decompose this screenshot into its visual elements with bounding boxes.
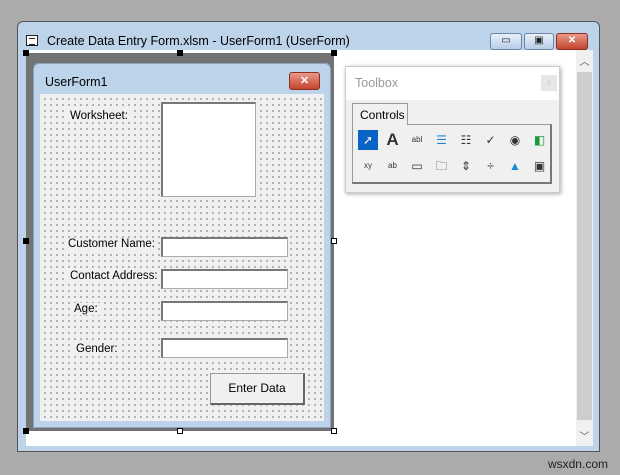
minimize-button[interactable]: ▭	[490, 33, 522, 50]
refedit-icon[interactable]: ▣	[530, 156, 550, 176]
userform-title: UserForm1	[45, 75, 108, 89]
resize-handle	[23, 238, 29, 244]
gender-textbox[interactable]	[161, 338, 288, 358]
userform-close-button[interactable]: ✕	[289, 72, 320, 90]
frame-icon[interactable]: xy	[358, 156, 378, 176]
enter-data-button[interactable]: Enter Data	[210, 373, 305, 405]
resize-handle[interactable]	[177, 428, 183, 434]
userform-body[interactable]: Worksheet: Customer Name: Contact Addres…	[40, 94, 324, 421]
multipage-icon[interactable]: 🗀	[432, 156, 452, 176]
age-label[interactable]: Age:	[72, 303, 100, 315]
listbox-icon[interactable]: ☷	[456, 130, 476, 150]
select-objects-icon[interactable]: ➚	[358, 130, 378, 150]
command-button-icon[interactable]: ab	[383, 156, 403, 176]
form-selection-frame[interactable]: UserForm1 ✕ Worksheet: Customer Name: Co…	[23, 50, 337, 434]
resize-handle[interactable]	[331, 428, 337, 434]
userform-window-icon	[26, 35, 38, 46]
checkbox-icon[interactable]: ✓	[481, 130, 501, 150]
scroll-down-icon[interactable]: ﹀	[576, 428, 593, 443]
customer-name-textbox[interactable]	[161, 237, 288, 257]
restore-button[interactable]: ▣	[524, 33, 554, 50]
vertical-scrollbar[interactable]: ︿ ﹀	[576, 50, 593, 446]
resize-handle	[23, 50, 29, 56]
worksheet-label[interactable]: Worksheet:	[68, 110, 130, 122]
age-textbox[interactable]	[161, 301, 288, 321]
toolbox-title: Toolbox	[355, 76, 399, 90]
toolbox-window: Toolbox x Controls ➚ Aabl ☰ ☷ ✓ ◉ ◧ xy ab ▭ 🗀 ⇕ ÷ ▲ ▣	[345, 66, 560, 193]
resize-handle	[177, 50, 183, 56]
spinbutton-icon[interactable]: ÷	[481, 156, 501, 176]
contact-address-label[interactable]: Contact Address:	[68, 270, 160, 282]
combobox-icon[interactable]: ☰	[432, 130, 452, 150]
controls-panel: ➚ Aabl ☰ ☷ ✓ ◉ ◧ xy ab ▭ 🗀 ⇕ ÷ ▲ ▣	[352, 124, 552, 184]
tabstrip-icon[interactable]: ▭	[407, 156, 427, 176]
contact-address-textbox[interactable]	[161, 269, 288, 289]
resize-handle[interactable]	[331, 238, 337, 244]
tab-controls[interactable]: Controls	[352, 103, 408, 125]
toggle-button-icon[interactable]: ◧	[530, 130, 550, 150]
watermark: wsxdn.com	[547, 457, 608, 471]
scrollbar-icon[interactable]: ⇕	[456, 156, 476, 176]
customer-name-label[interactable]: Customer Name:	[66, 238, 157, 250]
label-icon[interactable]: A	[383, 130, 403, 150]
window-title: Create Data Entry Form.xlsm - UserForm1 …	[47, 34, 350, 48]
textbox-icon[interactable]: abl	[407, 130, 427, 150]
image-icon[interactable]: ▲	[505, 156, 525, 176]
resize-handle	[331, 50, 337, 56]
scroll-up-icon[interactable]: ︿	[576, 53, 593, 68]
scrollbar-thumb[interactable]	[577, 72, 592, 420]
option-button-icon[interactable]: ◉	[505, 130, 525, 150]
userform1[interactable]: UserForm1 ✕ Worksheet: Customer Name: Co…	[33, 63, 331, 428]
resize-handle	[23, 428, 29, 434]
toolbox-close-button[interactable]: x	[541, 75, 557, 91]
close-button[interactable]: ✕	[556, 33, 588, 50]
worksheet-listbox[interactable]	[161, 102, 256, 197]
gender-label[interactable]: Gender:	[74, 343, 120, 355]
